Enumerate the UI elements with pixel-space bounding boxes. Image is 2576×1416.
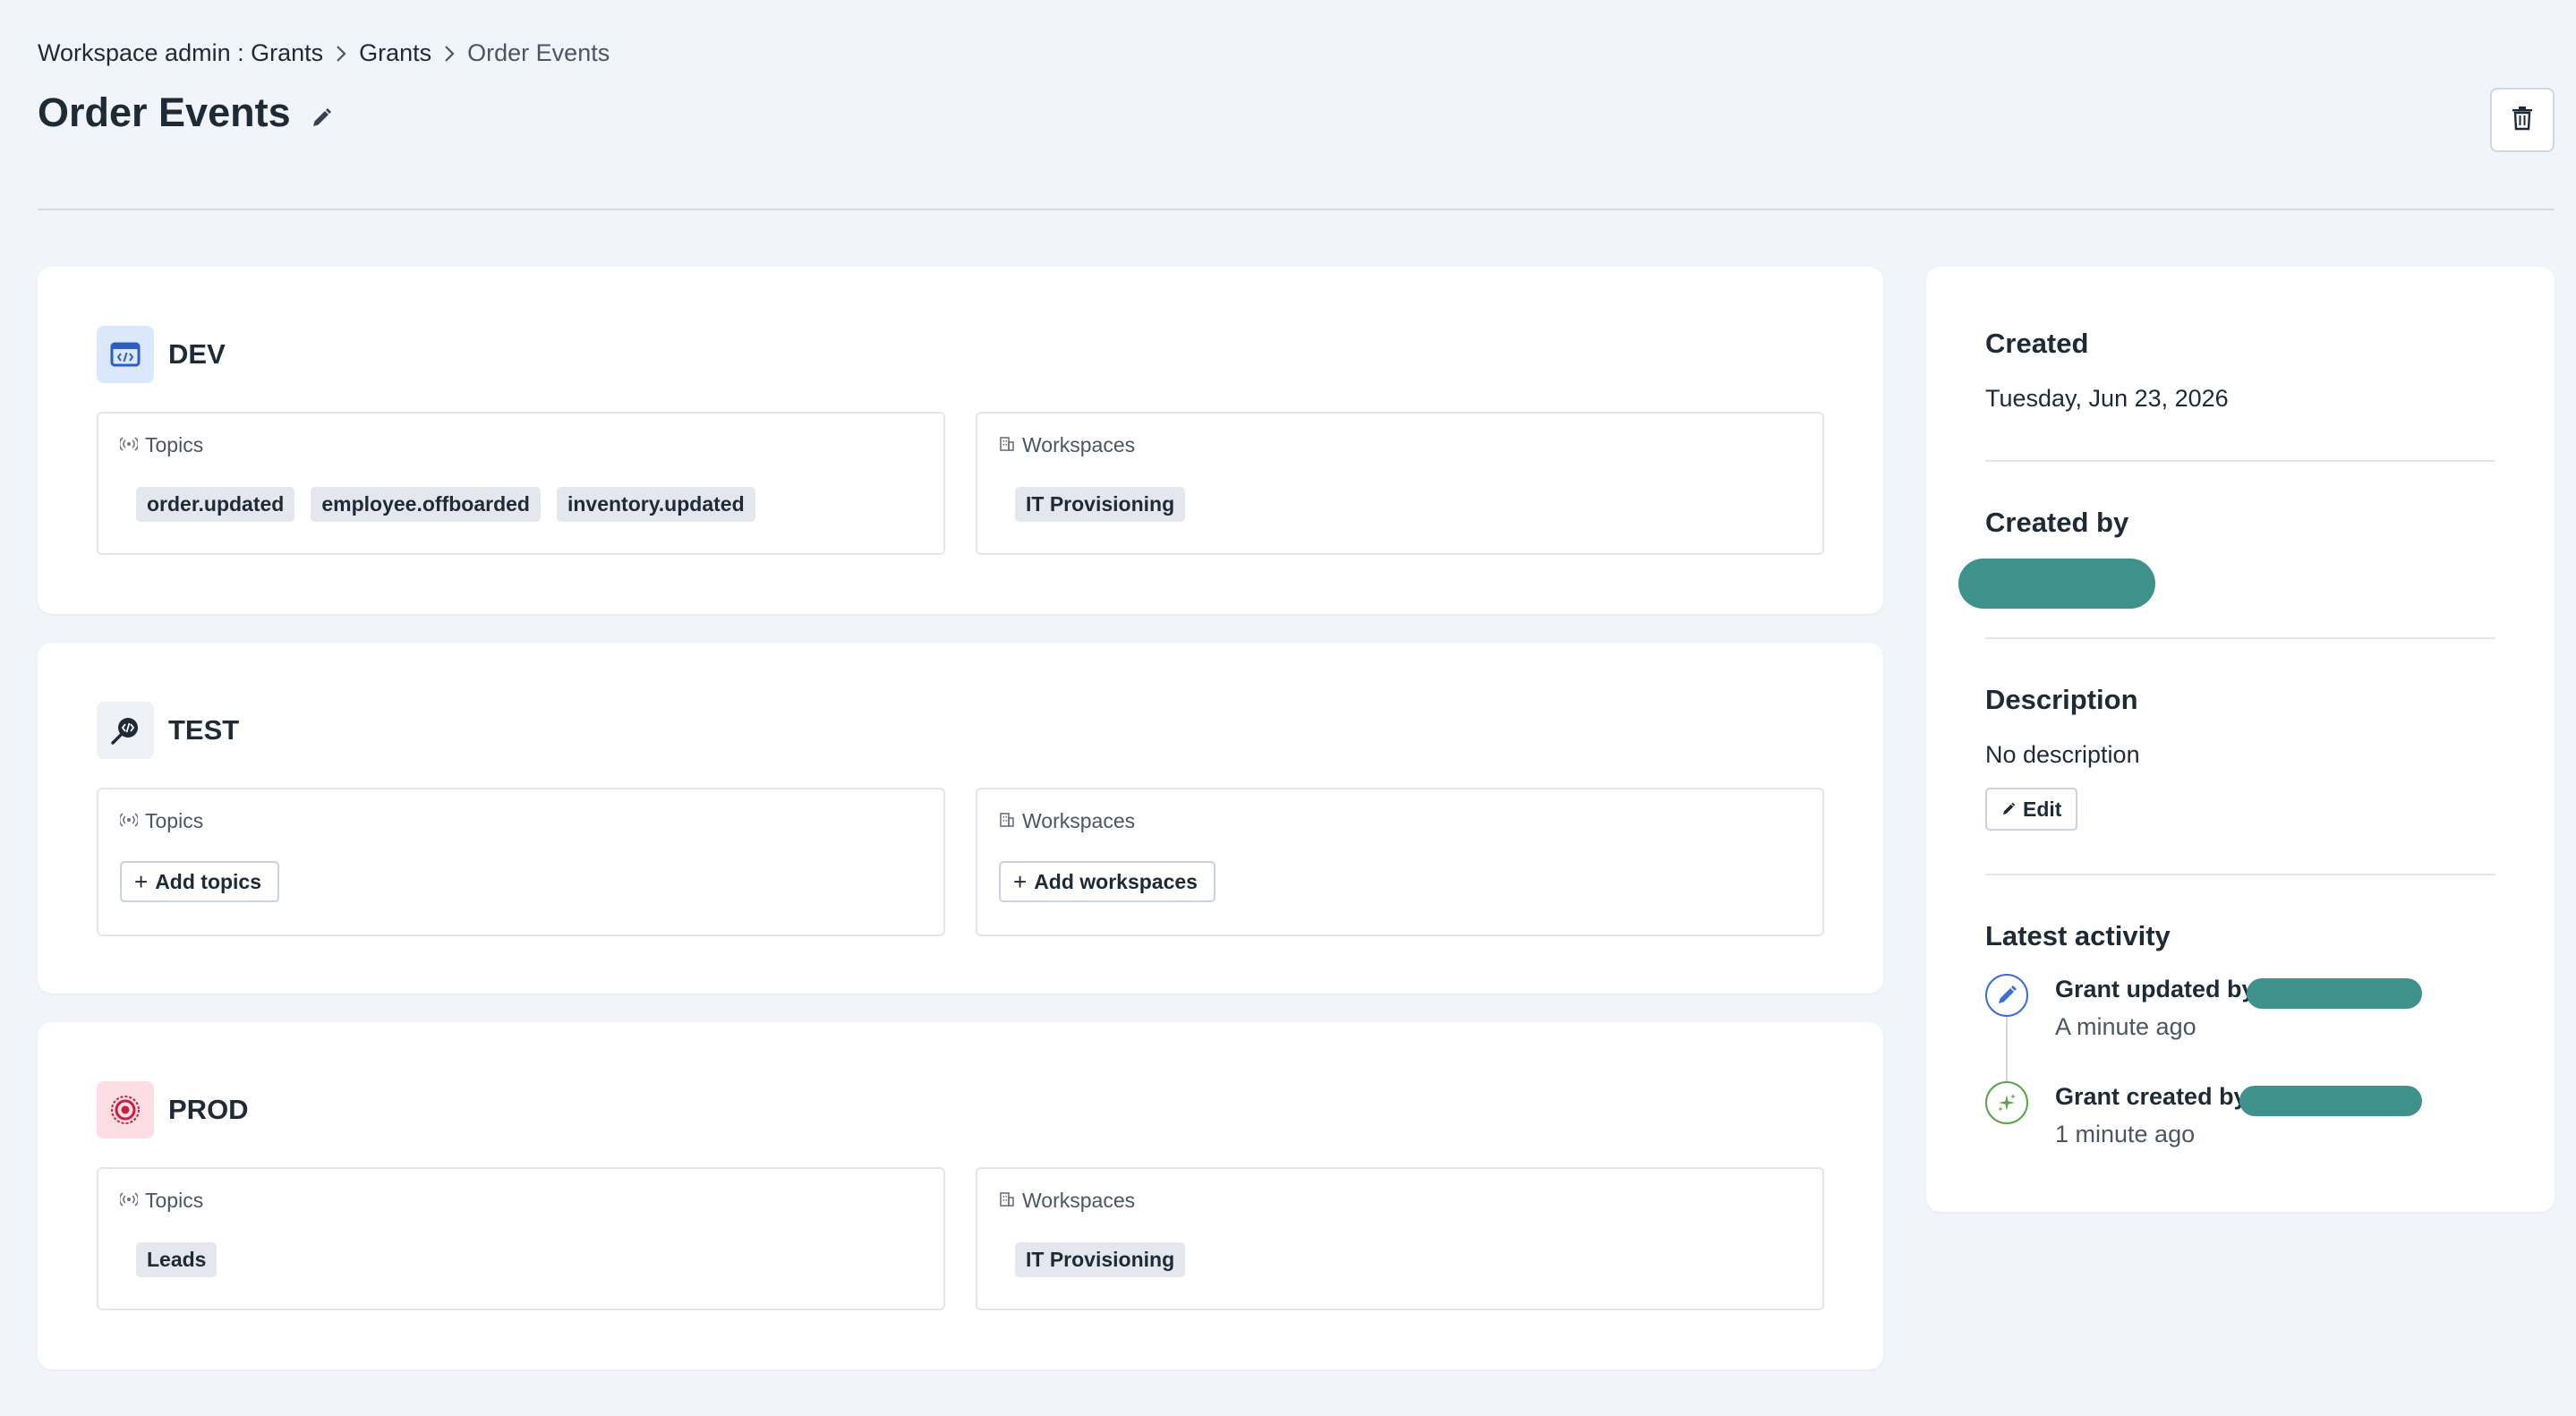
building-icon <box>999 433 1022 457</box>
details-sidebar: Created Tuesday, Jun 23, 2026 Created by… <box>1926 267 2555 1212</box>
workspaces-box: Workspaces + Add workspaces <box>976 788 1824 936</box>
environment-name: DEV <box>168 338 226 370</box>
breadcrumb-item-grants[interactable]: Grants <box>359 39 431 67</box>
created-by-label: Created by <box>1985 507 2129 538</box>
activity-time: 1 minute ago <box>2055 1121 2196 1147</box>
target-icon <box>97 1081 154 1139</box>
activity-time: A minute ago <box>2055 1013 2196 1040</box>
environment-header: PROD <box>97 1081 249 1139</box>
code-window-icon <box>97 326 154 383</box>
broadcast-icon <box>118 809 145 833</box>
topics-label-text: Topics <box>145 809 204 832</box>
environment-name: PROD <box>168 1094 249 1125</box>
breadcrumb: Workspace admin : Grants Grants Order Ev… <box>38 39 610 67</box>
sparkle-icon <box>1985 1081 2028 1124</box>
pencil-icon <box>2001 798 2023 822</box>
broadcast-icon <box>118 433 145 457</box>
building-icon <box>999 1189 1022 1213</box>
plus-icon: + <box>134 867 149 895</box>
workspaces-label: Workspaces <box>999 433 1135 457</box>
edit-label: Edit <box>2023 797 2062 821</box>
delete-button[interactable] <box>2490 88 2555 152</box>
topic-chip: inventory.updated <box>556 487 755 522</box>
activity-title: Grant updated by <box>2055 976 2256 1002</box>
trash-icon <box>2511 106 2534 135</box>
topic-chip: Leads <box>136 1242 218 1277</box>
environment-card-test: TEST Topics + Add topics Workspaces + Ad… <box>38 643 1883 994</box>
topics-label: Topics <box>118 1189 204 1213</box>
workspaces-box: Workspaces IT Provisioning <box>976 1167 1824 1310</box>
environment-name: TEST <box>168 714 240 746</box>
environment-header: DEV <box>97 326 226 383</box>
created-label: Created <box>1985 328 2089 359</box>
workspaces-label-text: Workspaces <box>1022 1189 1136 1212</box>
workspaces-box: Workspaces IT Provisioning <box>976 412 1824 555</box>
topic-chip: order.updated <box>136 487 295 522</box>
plus-icon: + <box>1013 867 1028 895</box>
workspaces-label: Workspaces <box>999 809 1135 833</box>
activity-title: Grant created by <box>2055 1083 2248 1110</box>
workspaces-label-text: Workspaces <box>1022 433 1136 456</box>
workspaces-chips: IT Provisioning <box>1015 487 1201 522</box>
section-divider <box>1985 460 2495 462</box>
workspaces-label-text: Workspaces <box>1022 809 1136 832</box>
building-icon <box>999 809 1022 833</box>
description-label: Description <box>1985 684 2138 715</box>
chevron-right-icon <box>336 45 346 63</box>
page-title: Order Events <box>38 90 291 135</box>
pencil-icon <box>1985 974 2028 1017</box>
add-workspaces-label: Add workspaces <box>1034 869 1198 893</box>
topics-chips: Leads <box>136 1242 233 1277</box>
add-topics-button[interactable]: + Add topics <box>120 861 280 902</box>
code-search-icon <box>97 702 154 759</box>
broadcast-icon <box>118 1189 145 1213</box>
breadcrumb-item-workspace-admin[interactable]: Workspace admin : Grants <box>38 39 323 67</box>
redacted-user <box>1958 559 2155 609</box>
redacted-user <box>2239 1086 2422 1116</box>
section-divider <box>1985 637 2495 639</box>
environment-card-dev: DEV Topics order.updated employee.offboa… <box>38 267 1883 614</box>
topics-box: Topics Leads <box>97 1167 945 1310</box>
add-workspaces-button[interactable]: + Add workspaces <box>999 861 1215 902</box>
latest-activity-label: Latest activity <box>1985 920 2171 951</box>
topics-label: Topics <box>118 433 204 457</box>
topics-box: Topics order.updated employee.offboarded… <box>97 412 945 555</box>
topics-box: Topics + Add topics <box>97 788 945 936</box>
section-divider <box>1985 874 2495 875</box>
pencil-icon[interactable] <box>311 107 332 129</box>
topics-label-text: Topics <box>145 433 204 456</box>
header-divider <box>38 209 2555 210</box>
title-row: Order Events <box>38 90 332 136</box>
edit-description-button[interactable]: Edit <box>1985 788 2078 831</box>
topics-label-text: Topics <box>145 1189 204 1212</box>
breadcrumb-current: Order Events <box>467 39 610 66</box>
created-value: Tuesday, Jun 23, 2026 <box>1985 385 2229 412</box>
topic-chip: employee.offboarded <box>311 487 541 522</box>
environment-header: TEST <box>97 702 239 759</box>
workspace-chip: IT Provisioning <box>1015 1242 1186 1277</box>
workspaces-label: Workspaces <box>999 1189 1135 1213</box>
workspace-chip: IT Provisioning <box>1015 487 1186 522</box>
chevron-right-icon <box>444 45 455 63</box>
environment-card-prod: PROD Topics Leads Workspaces IT Provisio… <box>38 1022 1883 1369</box>
topics-chips: order.updated employee.offboarded invent… <box>136 487 772 522</box>
workspaces-chips: IT Provisioning <box>1015 1242 1201 1277</box>
description-value: No description <box>1985 741 2140 768</box>
add-topics-label: Add topics <box>155 869 262 893</box>
topics-label: Topics <box>118 809 204 833</box>
redacted-user <box>2247 978 2422 1009</box>
